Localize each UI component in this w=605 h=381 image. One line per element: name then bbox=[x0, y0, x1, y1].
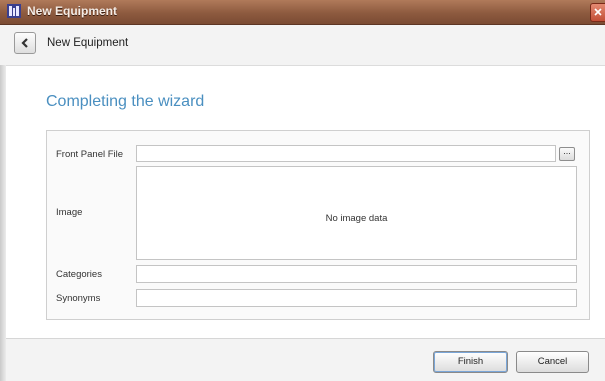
image-label: Image bbox=[56, 207, 83, 218]
front-panel-file-input[interactable] bbox=[136, 145, 556, 162]
finish-button[interactable]: Finish bbox=[433, 351, 508, 373]
page-heading: Completing the wizard bbox=[46, 93, 205, 110]
synonyms-input[interactable] bbox=[136, 289, 577, 307]
window-titlebar[interactable]: New Equipment bbox=[0, 0, 605, 25]
synonyms-label: Synonyms bbox=[56, 293, 101, 304]
equipment-app-icon bbox=[7, 4, 21, 18]
wizard-nav-bar: New Equipment bbox=[0, 25, 605, 66]
nav-title: New Equipment bbox=[47, 37, 129, 49]
window-title: New Equipment bbox=[27, 4, 118, 18]
close-button[interactable] bbox=[590, 3, 605, 22]
image-box[interactable]: No image data bbox=[136, 166, 577, 260]
front-panel-file-label: Front Panel File bbox=[56, 149, 124, 160]
close-icon bbox=[594, 8, 602, 16]
categories-label: Categories bbox=[56, 269, 102, 280]
back-arrow-icon bbox=[21, 38, 28, 48]
browse-button[interactable]: ... bbox=[559, 147, 575, 161]
no-image-text: No image data bbox=[325, 213, 388, 224]
back-button[interactable] bbox=[14, 32, 36, 54]
cancel-button[interactable]: Cancel bbox=[516, 351, 589, 373]
categories-input[interactable] bbox=[136, 265, 577, 283]
window-left-edge bbox=[0, 65, 6, 381]
